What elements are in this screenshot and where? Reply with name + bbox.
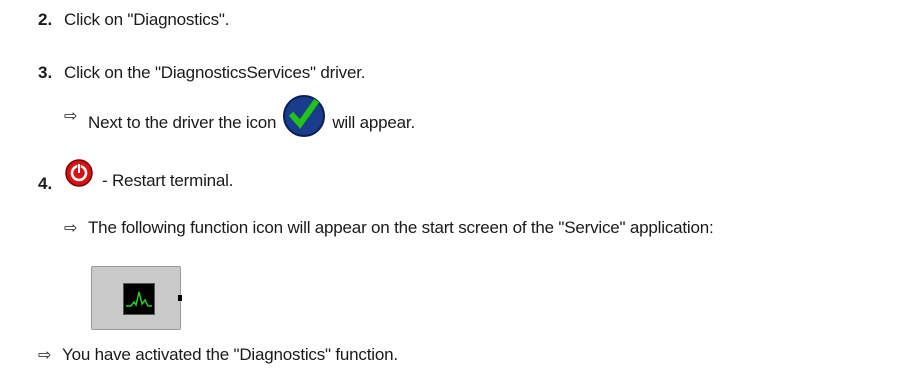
result-function-icon: ⇨ The following function icon will appea…: [64, 216, 714, 240]
step-number: 4.: [38, 174, 53, 193]
result-driver-icon: ⇨ Next to the driver the icon will appea…: [64, 94, 415, 138]
step-number: 2.: [38, 10, 53, 29]
result-text: The following function icon will appear …: [88, 218, 714, 237]
check-icon: [282, 94, 326, 138]
step-text: Click on "Diagnostics".: [64, 10, 230, 29]
result-text-before: Next to the driver the icon: [88, 113, 277, 132]
arrow-icon: ⇨: [64, 220, 78, 237]
step-4: 4. - Restart terminal.: [38, 158, 234, 194]
result-text: You have activated the "Diagnostics" fun…: [62, 345, 398, 364]
diagnostics-function-icon: [91, 266, 182, 330]
final-result: ⇨ You have activated the "Diagnostics" f…: [38, 343, 398, 367]
step-text: - Restart terminal.: [102, 171, 234, 190]
step-text: Click on the "DiagnosticsServices" drive…: [64, 63, 366, 82]
restart-icon: [64, 158, 94, 188]
step-number: 3.: [38, 63, 53, 82]
arrow-icon: ⇨: [64, 108, 78, 125]
menu-dot-icon: [178, 295, 182, 301]
result-text-after: will appear.: [332, 113, 415, 132]
step-3: 3. Click on the "DiagnosticsServices" dr…: [38, 61, 365, 85]
waveform-icon: [123, 283, 155, 315]
arrow-icon: ⇨: [38, 347, 52, 364]
step-2: 2. Click on "Diagnostics".: [38, 8, 229, 32]
